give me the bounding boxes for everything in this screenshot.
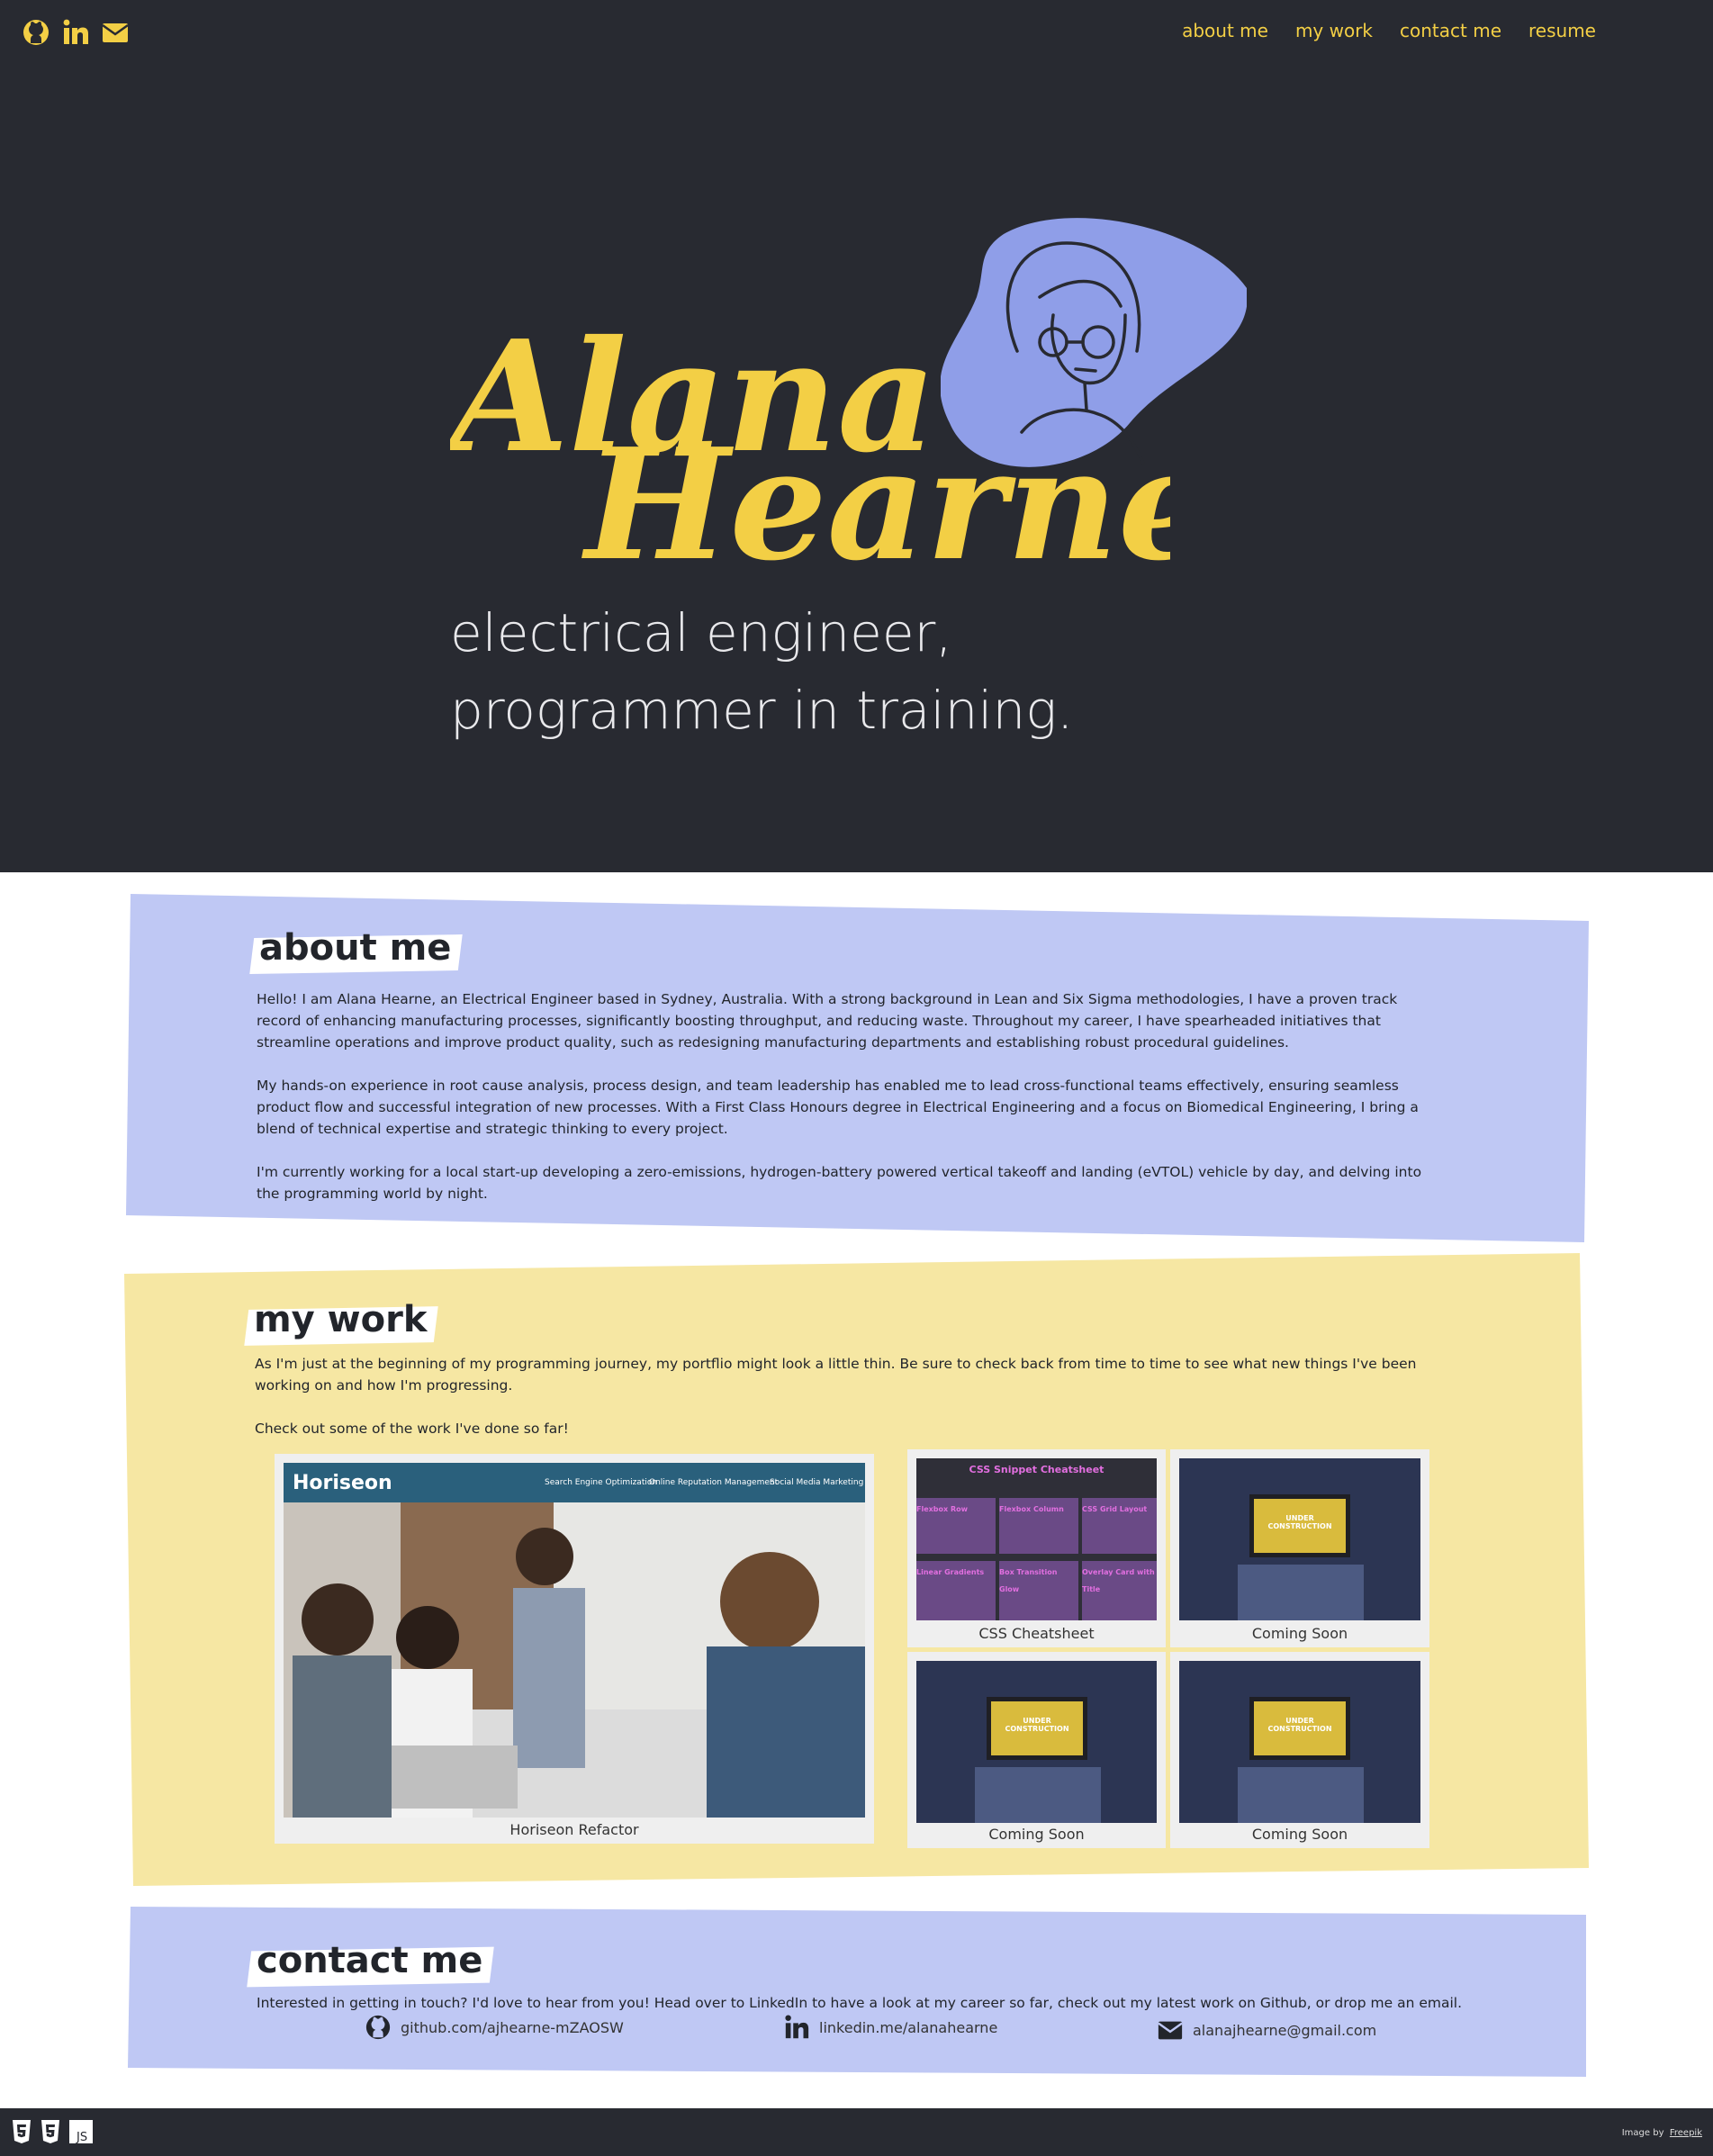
html5-icon xyxy=(13,2120,31,2143)
tagline: electrical engineer, programmer in train… xyxy=(450,594,1073,749)
contact-email-text: alanajhearne@gmail.com xyxy=(1193,2021,1377,2039)
work-heading: my work xyxy=(254,1299,428,1340)
cheatsheet-cell-1: Flexbox Row xyxy=(916,1498,996,1554)
contact-github-link[interactable]: github.com/ajhearne-mZAOSW xyxy=(365,2014,624,2041)
cheatsheet-cell-2: Flexbox Column xyxy=(999,1498,1078,1554)
cheatsheet-cell-3: CSS Grid Layout xyxy=(1082,1498,1157,1554)
linkedin-icon xyxy=(785,2015,809,2039)
social-links xyxy=(22,18,130,47)
project-card-coming-soon-3[interactable]: UNDER CONSTRUCTION Coming Soon xyxy=(1170,1652,1429,1848)
project-card-horiseon[interactable]: Horiseon Search Engine Optimization Onli… xyxy=(275,1454,874,1844)
cheatsheet-screenshot: CSS Snippet Cheatsheet Flexbox Row Flexb… xyxy=(916,1458,1157,1620)
nav-contact-me[interactable]: contact me xyxy=(1400,20,1501,41)
contact-github-text: github.com/ajhearne-mZAOSW xyxy=(401,2018,624,2036)
laptop-image: UNDER CONSTRUCTION xyxy=(1179,1661,1420,1823)
tagline-line1: electrical engineer, xyxy=(450,602,952,663)
contact-intro: Interested in getting in touch? I'd love… xyxy=(257,1995,1463,2011)
main-nav: about me my work contact me resume xyxy=(1182,20,1596,41)
laptop-image: UNDER CONSTRUCTION xyxy=(1179,1458,1420,1620)
javascript-icon: JS xyxy=(69,2120,93,2144)
github-icon[interactable] xyxy=(22,18,50,47)
image-credit: Image by Freepik xyxy=(1622,2128,1702,2138)
cheatsheet-title: CSS Snippet Cheatsheet xyxy=(969,1464,1104,1475)
work-paragraph-1: As I'm just at the beginning of my progr… xyxy=(255,1356,1417,1394)
freepik-link[interactable]: Freepik xyxy=(1670,2128,1702,2138)
horiseon-caption: Horiseon Refactor xyxy=(509,1821,639,1838)
tagline-line2: programmer in training. xyxy=(450,680,1074,741)
github-icon xyxy=(365,2015,391,2040)
cheatsheet-cell-5: Box Transition Glow xyxy=(999,1561,1078,1620)
contact-linkedin-text: linkedin.me/alanahearne xyxy=(819,2018,998,2036)
project-card-coming-soon-1[interactable]: UNDER CONSTRUCTION Coming Soon xyxy=(1170,1449,1429,1647)
svg-text:JS: JS xyxy=(76,2131,87,2144)
horiseon-screenshot: Horiseon Search Engine Optimization Onli… xyxy=(284,1463,865,1818)
nav-about-me[interactable]: about me xyxy=(1182,20,1268,41)
about-paragraph-1: Hello! I am Alana Hearne, an Electrical … xyxy=(257,991,1398,1051)
tech-icons: JS xyxy=(11,2119,94,2144)
coming-soon-caption-3: Coming Soon xyxy=(1251,1826,1348,1843)
name-logo: Alana Hearne xyxy=(450,307,1170,594)
envelope-icon xyxy=(1158,2021,1183,2040)
horiseon-nav-3: Social Media Marketing xyxy=(770,1478,864,1487)
coming-soon-caption-2: Coming Soon xyxy=(988,1826,1085,1843)
contact-linkedin-link[interactable]: linkedin.me/alanahearne xyxy=(783,2014,997,2041)
project-card-coming-soon-2[interactable]: UNDER CONSTRUCTION Coming Soon xyxy=(907,1652,1166,1848)
name-line2: Hearne xyxy=(582,415,1170,594)
envelope-icon[interactable] xyxy=(101,18,130,47)
horiseon-hero-photo xyxy=(284,1502,865,1818)
nav-resume[interactable]: resume xyxy=(1528,20,1596,41)
linkedin-icon[interactable] xyxy=(61,18,90,47)
footer: JS Image by Freepik xyxy=(0,2108,1713,2156)
horiseon-brand: Horiseon xyxy=(293,1472,392,1494)
work-paragraph-2: Check out some of the work I've done so … xyxy=(255,1421,569,1437)
coming-soon-caption-1: Coming Soon xyxy=(1251,1625,1348,1642)
nav-my-work[interactable]: my work xyxy=(1295,20,1373,41)
about-heading: about me xyxy=(259,927,452,969)
contact-background xyxy=(128,1907,1586,2077)
about-paragraph-3: I'm currently working for a local start-… xyxy=(257,1164,1422,1202)
css3-icon xyxy=(41,2120,59,2143)
contact-heading: contact me xyxy=(257,1940,483,1981)
hero-section: about me my work contact me resume Alana… xyxy=(0,0,1713,872)
horiseon-nav-2: Online Reputation Management xyxy=(649,1478,779,1487)
cheatsheet-cell-4: Linear Gradients xyxy=(916,1561,996,1620)
credit-prefix: Image by xyxy=(1621,2128,1664,2138)
project-card-cheatsheet[interactable]: CSS Snippet Cheatsheet Flexbox Row Flexb… xyxy=(907,1449,1166,1647)
horiseon-nav-1: Search Engine Optimization xyxy=(545,1478,658,1487)
cheatsheet-cell-6: Overlay Card with Title xyxy=(1082,1561,1157,1620)
contact-email-link[interactable]: alanajhearne@gmail.com xyxy=(1157,2016,1376,2043)
horiseon-header: Horiseon Search Engine Optimization Onli… xyxy=(284,1463,865,1502)
laptop-image: UNDER CONSTRUCTION xyxy=(916,1661,1157,1823)
about-paragraph-2: My hands-on experience in root cause ana… xyxy=(257,1078,1419,1137)
cheatsheet-caption: CSS Cheatsheet xyxy=(978,1625,1095,1642)
